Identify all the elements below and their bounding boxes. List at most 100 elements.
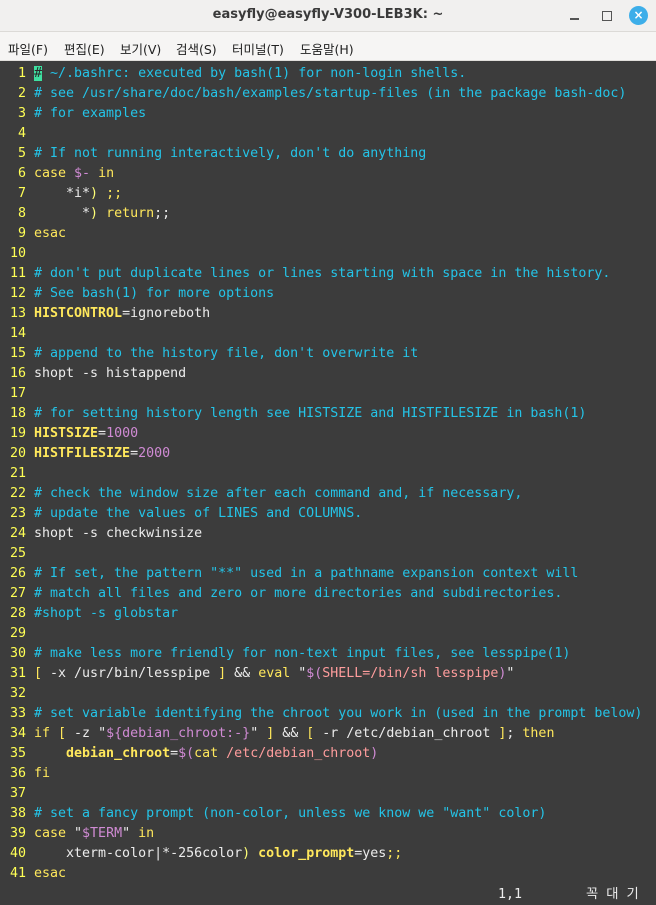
code-token: return	[106, 206, 155, 221]
code-token: "	[122, 826, 139, 841]
line-content: debian_chroot=$(cat /etc/debian_chroot)	[34, 746, 378, 761]
minimize-icon[interactable]	[566, 8, 582, 22]
line-number: 32	[9, 686, 26, 701]
editor-line: 22 # check the window size after each com…	[0, 484, 656, 504]
line-content: HISTCONTROL=ignoreboth	[34, 306, 210, 321]
line-content: *) return;;	[34, 206, 170, 221]
editor-line: 5 # If not running interactively, don't d…	[0, 144, 656, 164]
line-content: HISTFILESIZE=2000	[34, 446, 170, 461]
code-token: # If not running interactively, don't do…	[34, 146, 427, 161]
line-number: 23	[9, 506, 26, 521]
code-token: 2000	[138, 446, 171, 461]
editor-line: 27 # match all files and zero or more dir…	[0, 584, 656, 604]
line-number: 3	[17, 106, 26, 121]
text-cursor: #	[34, 66, 43, 81]
terminal-view[interactable]: 1,1 꼭 대 기 1 # ~/.bashrc: executed by bash…	[0, 61, 656, 905]
code-token: $(	[306, 666, 323, 681]
code-token: =	[98, 426, 107, 441]
code-token: )	[90, 206, 99, 221]
editor-line: 24 shopt -s checkwinsize	[0, 524, 656, 544]
menu-search[interactable]: 검색(S)	[176, 39, 217, 58]
code-token: case	[34, 826, 67, 841]
code-token: # set variable identifying the chroot yo…	[34, 706, 643, 721]
line-content: # ~/.bashrc: executed by bash(1) for non…	[34, 66, 466, 81]
line-content: # set variable identifying the chroot yo…	[34, 706, 642, 721]
editor-line: 40 xterm-color|*-256color) color_prompt=…	[0, 844, 656, 864]
editor-line: 9 esac	[0, 224, 656, 244]
code-token: 1000	[106, 426, 139, 441]
code-token: # see /usr/share/doc/bash/examples/start…	[34, 86, 627, 101]
editor-line: 41 esac	[0, 864, 656, 884]
code-token: # See bash(1) for more options	[34, 286, 275, 301]
code-token: fi	[34, 766, 51, 781]
editor-line: 32	[0, 684, 656, 704]
menu-terminal[interactable]: 터미널(T)	[232, 39, 284, 58]
editor-line: 23 # update the values of LINES and COLUM…	[0, 504, 656, 524]
code-token: shopt -s checkwinsize	[34, 526, 203, 541]
line-number: 18	[9, 406, 26, 421]
line-number: 5	[17, 146, 26, 161]
line-content: shopt -s checkwinsize	[34, 526, 202, 541]
code-token: if	[34, 726, 51, 741]
line-content: shopt -s histappend	[34, 366, 186, 381]
code-token: -z "	[66, 726, 107, 741]
line-number: 39	[9, 826, 26, 841]
menu-view[interactable]: 보기(V)	[120, 39, 161, 58]
editor-line: 17	[0, 384, 656, 404]
editor-line: 37	[0, 784, 656, 804]
line-content: HISTSIZE=1000	[34, 426, 138, 441]
menu-edit[interactable]: 편집(E)	[64, 39, 105, 58]
line-content: # See bash(1) for more options	[34, 286, 274, 301]
menu-file[interactable]: 파일(F)	[8, 39, 48, 58]
code-token: in	[138, 826, 155, 841]
code-token: ;	[506, 726, 523, 741]
line-number: 16	[9, 366, 26, 381]
line-number: 13	[9, 306, 26, 321]
code-token: /etc/debian_chroot	[218, 746, 371, 761]
code-token: "	[66, 826, 83, 841]
line-number: 1	[17, 66, 26, 81]
code-token: =yes	[354, 846, 387, 861]
code-token: "	[290, 666, 307, 681]
editor-line: 25	[0, 544, 656, 564]
maximize-icon[interactable]	[598, 8, 614, 24]
close-icon[interactable]: ×	[629, 6, 648, 25]
line-content: # update the values of LINES and COLUMNS…	[34, 506, 362, 521]
line-number: 24	[9, 526, 26, 541]
line-content: esac	[34, 866, 66, 881]
line-number: 36	[9, 766, 26, 781]
window-title: easyfly@easyfly-V300-LEB3K: ~	[212, 7, 444, 22]
line-content: fi	[34, 766, 50, 781]
editor-line: 29	[0, 624, 656, 644]
line-number: 37	[9, 786, 26, 801]
line-number: 40	[9, 846, 26, 861]
line-number: 8	[17, 206, 26, 221]
line-number: 17	[9, 386, 26, 401]
line-content: # If not running interactively, don't do…	[34, 146, 426, 161]
code-token: # for examples	[34, 106, 147, 121]
menu-help[interactable]: 도움말(H)	[300, 39, 354, 58]
line-number: 30	[9, 646, 26, 661]
line-number: 35	[9, 746, 26, 761]
editor-line: 13 HISTCONTROL=ignoreboth	[0, 304, 656, 324]
code-token: in	[98, 166, 115, 181]
line-number: 20	[9, 446, 26, 461]
menu-bar: 파일(F) 편집(E) 보기(V) 검색(S) 터미널(T) 도움말(H)	[0, 32, 656, 61]
line-content: # for setting history length see HISTSIZ…	[34, 406, 586, 421]
code-token: =	[130, 446, 139, 461]
code-token: ${debian_chroot:-}	[106, 726, 251, 741]
code-token: HISTCONTROL	[34, 306, 123, 321]
editor-line: 10	[0, 244, 656, 264]
editor-line: 28 #shopt -s globstar	[0, 604, 656, 624]
line-content: # make less more friendly for non-text i…	[34, 646, 570, 661]
cursor-position: 1,1	[498, 887, 523, 902]
code-token: "	[250, 726, 267, 741]
editor-line: 16 shopt -s histappend	[0, 364, 656, 384]
line-number: 7	[17, 186, 26, 201]
editor-line: 14	[0, 324, 656, 344]
code-token: *i*	[34, 186, 91, 201]
code-token: -x /usr/bin/lesspipe	[42, 666, 219, 681]
code-token: -r /etc/debian_chroot	[314, 726, 499, 741]
